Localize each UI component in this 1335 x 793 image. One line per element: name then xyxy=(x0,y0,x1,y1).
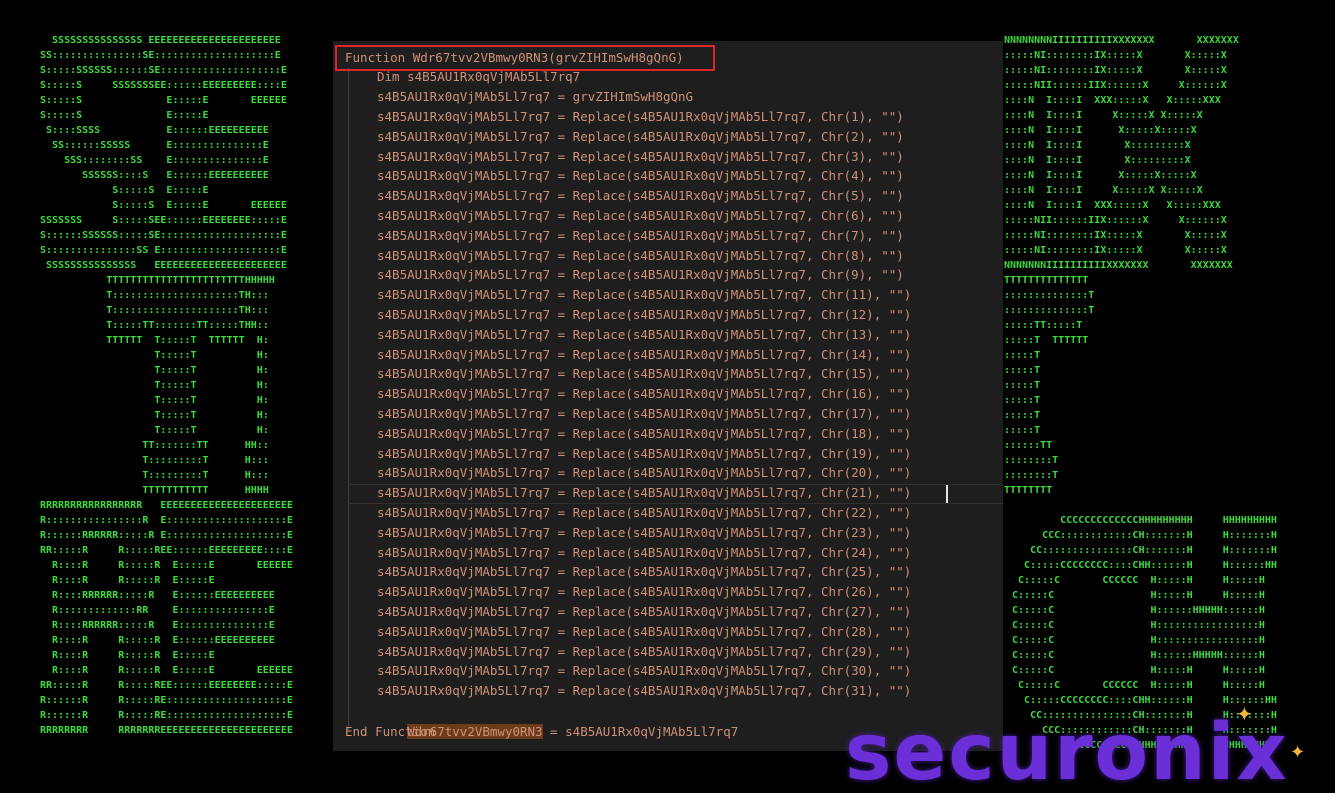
replace-line[interactable]: s4B5AU1Rx0qVjMAb5Ll7rq7 = Replace(s4B5AU… xyxy=(377,107,904,127)
replace-line[interactable]: s4B5AU1Rx0qVjMAb5Ll7rq7 = Replace(s4B5AU… xyxy=(377,325,911,345)
return-assignment: = s4B5AU1Rx0qVjMAb5Ll7rq7 xyxy=(542,724,739,739)
replace-line[interactable]: s4B5AU1Rx0qVjMAb5Ll7rq7 = Replace(s4B5AU… xyxy=(377,345,911,365)
replace-line[interactable]: s4B5AU1Rx0qVjMAb5Ll7rq7 = Replace(s4B5AU… xyxy=(377,364,911,384)
sparkle-icon: ✦ xyxy=(1236,702,1253,726)
dim-line[interactable]: Dim s4B5AU1Rx0qVjMAb5Ll7rq7 xyxy=(377,67,580,87)
replace-line[interactable]: s4B5AU1Rx0qVjMAb5Ll7rq7 = Replace(s4B5AU… xyxy=(377,661,911,681)
replace-line[interactable]: s4B5AU1Rx0qVjMAb5Ll7rq7 = Replace(s4B5AU… xyxy=(377,602,911,622)
replace-line[interactable]: s4B5AU1Rx0qVjMAb5Ll7rq7 = Replace(s4B5AU… xyxy=(377,503,911,523)
replace-line[interactable]: s4B5AU1Rx0qVjMAb5Ll7rq7 = Replace(s4B5AU… xyxy=(377,523,911,543)
replace-line[interactable]: s4B5AU1Rx0qVjMAb5Ll7rq7 = Replace(s4B5AU… xyxy=(377,166,904,186)
replace-line[interactable]: s4B5AU1Rx0qVjMAb5Ll7rq7 = Replace(s4B5AU… xyxy=(377,582,911,602)
replace-line[interactable]: s4B5AU1Rx0qVjMAb5Ll7rq7 = Replace(s4B5AU… xyxy=(377,483,911,503)
assign-line[interactable]: s4B5AU1Rx0qVjMAb5Ll7rq7 = grvZIHImSwH8gQ… xyxy=(377,87,693,107)
sparkle-icon-small: ✦ xyxy=(1290,742,1306,763)
replace-line[interactable]: s4B5AU1Rx0qVjMAb5Ll7rq7 = Replace(s4B5AU… xyxy=(377,246,904,266)
replace-line[interactable]: s4B5AU1Rx0qVjMAb5Ll7rq7 = Replace(s4B5AU… xyxy=(377,543,911,563)
function-header-line[interactable]: Function Wdr67tvv2VBmwy0RN3(grvZIHImSwH8… xyxy=(345,48,684,68)
ascii-art-left: SSSSSSSSSSSSSSS EEEEEEEEEEEEEEEEEEEEEE S… xyxy=(40,35,293,736)
replace-line[interactable]: s4B5AU1Rx0qVjMAb5Ll7rq7 = Replace(s4B5AU… xyxy=(377,404,911,424)
replace-line[interactable]: s4B5AU1Rx0qVjMAb5Ll7rq7 = Replace(s4B5AU… xyxy=(377,265,904,285)
indent-guide xyxy=(348,68,349,730)
replace-line[interactable]: s4B5AU1Rx0qVjMAb5Ll7rq7 = Replace(s4B5AU… xyxy=(377,186,904,206)
replace-line[interactable]: s4B5AU1Rx0qVjMAb5Ll7rq7 = Replace(s4B5AU… xyxy=(377,681,911,701)
return-line[interactable]: Wdr67tvv2VBmwy0RN3 = s4B5AU1Rx0qVjMAb5Ll… xyxy=(377,702,738,739)
replace-line[interactable]: s4B5AU1Rx0qVjMAb5Ll7rq7 = Replace(s4B5AU… xyxy=(377,622,911,642)
replace-line[interactable]: s4B5AU1Rx0qVjMAb5Ll7rq7 = Replace(s4B5AU… xyxy=(377,147,904,167)
replace-line[interactable]: s4B5AU1Rx0qVjMAb5Ll7rq7 = Replace(s4B5AU… xyxy=(377,285,911,305)
screenshot-stage: SSSSSSSSSSSSSSS EEEEEEEEEEEEEEEEEEEEEE S… xyxy=(0,0,1335,793)
replace-line[interactable]: s4B5AU1Rx0qVjMAb5Ll7rq7 = Replace(s4B5AU… xyxy=(377,444,911,464)
replace-line[interactable]: s4B5AU1Rx0qVjMAb5Ll7rq7 = Replace(s4B5AU… xyxy=(377,562,911,582)
replace-line[interactable]: s4B5AU1Rx0qVjMAb5Ll7rq7 = Replace(s4B5AU… xyxy=(377,642,911,662)
replace-line[interactable]: s4B5AU1Rx0qVjMAb5Ll7rq7 = Replace(s4B5AU… xyxy=(377,226,904,246)
text-cursor xyxy=(946,485,948,503)
replace-line[interactable]: s4B5AU1Rx0qVjMAb5Ll7rq7 = Replace(s4B5AU… xyxy=(377,206,904,226)
replace-line[interactable]: s4B5AU1Rx0qVjMAb5Ll7rq7 = Replace(s4B5AU… xyxy=(377,305,911,325)
replace-line[interactable]: s4B5AU1Rx0qVjMAb5Ll7rq7 = Replace(s4B5AU… xyxy=(377,384,911,404)
end-function-line[interactable]: End Function xyxy=(345,722,435,742)
replace-line[interactable]: s4B5AU1Rx0qVjMAb5Ll7rq7 = Replace(s4B5AU… xyxy=(377,424,911,444)
securonix-logo: securonix xyxy=(845,708,1289,793)
ascii-art-right: NNNNNNNNIIIIIIIIIIXXXXXXX XXXXXXX :::::N… xyxy=(1004,35,1239,496)
replace-line[interactable]: s4B5AU1Rx0qVjMAb5Ll7rq7 = Replace(s4B5AU… xyxy=(377,463,911,483)
replace-line[interactable]: s4B5AU1Rx0qVjMAb5Ll7rq7 = Replace(s4B5AU… xyxy=(377,127,904,147)
